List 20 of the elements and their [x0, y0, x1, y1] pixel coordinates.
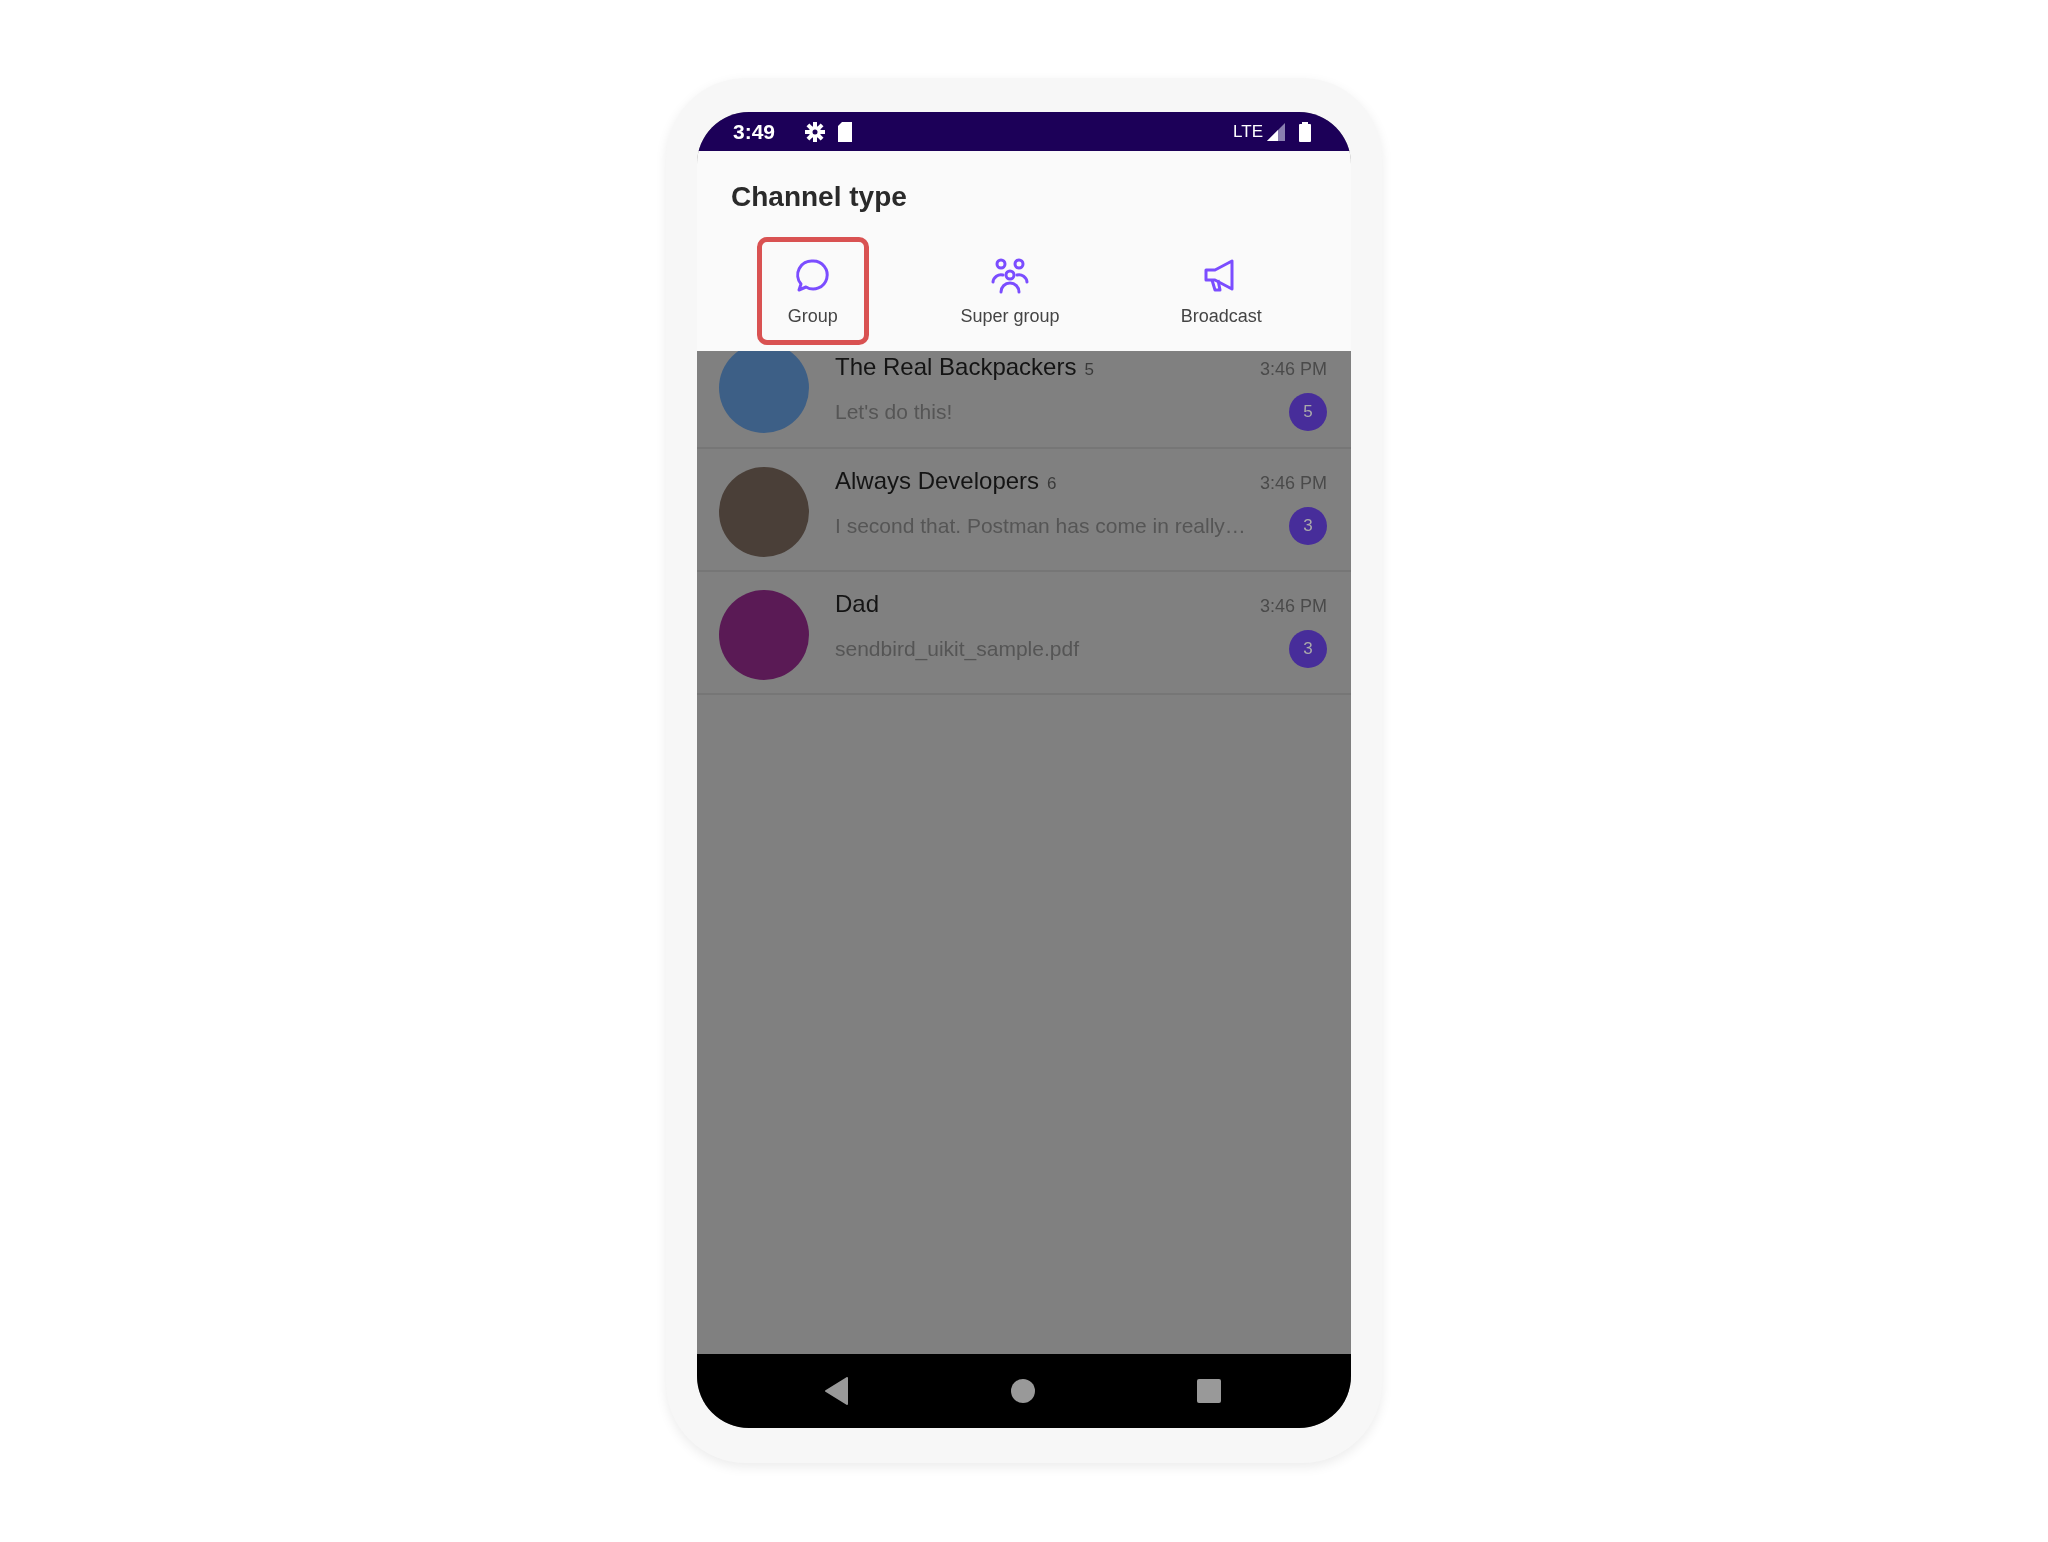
- status-time: 3:49: [733, 119, 776, 144]
- back-icon[interactable]: [825, 1377, 849, 1405]
- unread-badge: 3: [1289, 507, 1327, 545]
- member-count: 5: [1084, 360, 1094, 380]
- battery-icon: [1299, 121, 1311, 142]
- channel-type-tab[interactable]: Super group: [940, 237, 1080, 345]
- home-icon[interactable]: [1011, 1379, 1035, 1403]
- gear-icon: [805, 121, 826, 142]
- channel-name: Dad: [835, 590, 880, 618]
- member-count: 6: [1047, 474, 1057, 494]
- channel-name: Always Developers: [835, 467, 1040, 495]
- channel-type-tab[interactable]: Broadcast: [1151, 237, 1292, 345]
- channel-name: The Real Backpackers: [835, 353, 1077, 381]
- signal-icon: [1267, 122, 1285, 141]
- sd-card-icon: [837, 121, 854, 142]
- network-label: LTE: [1233, 121, 1263, 142]
- channel-type-tab[interactable]: Group: [756, 237, 869, 345]
- sheet-title: Channel type: [731, 181, 908, 213]
- unread-badge: 5: [1289, 393, 1327, 431]
- unread-badge: 3: [1289, 630, 1327, 668]
